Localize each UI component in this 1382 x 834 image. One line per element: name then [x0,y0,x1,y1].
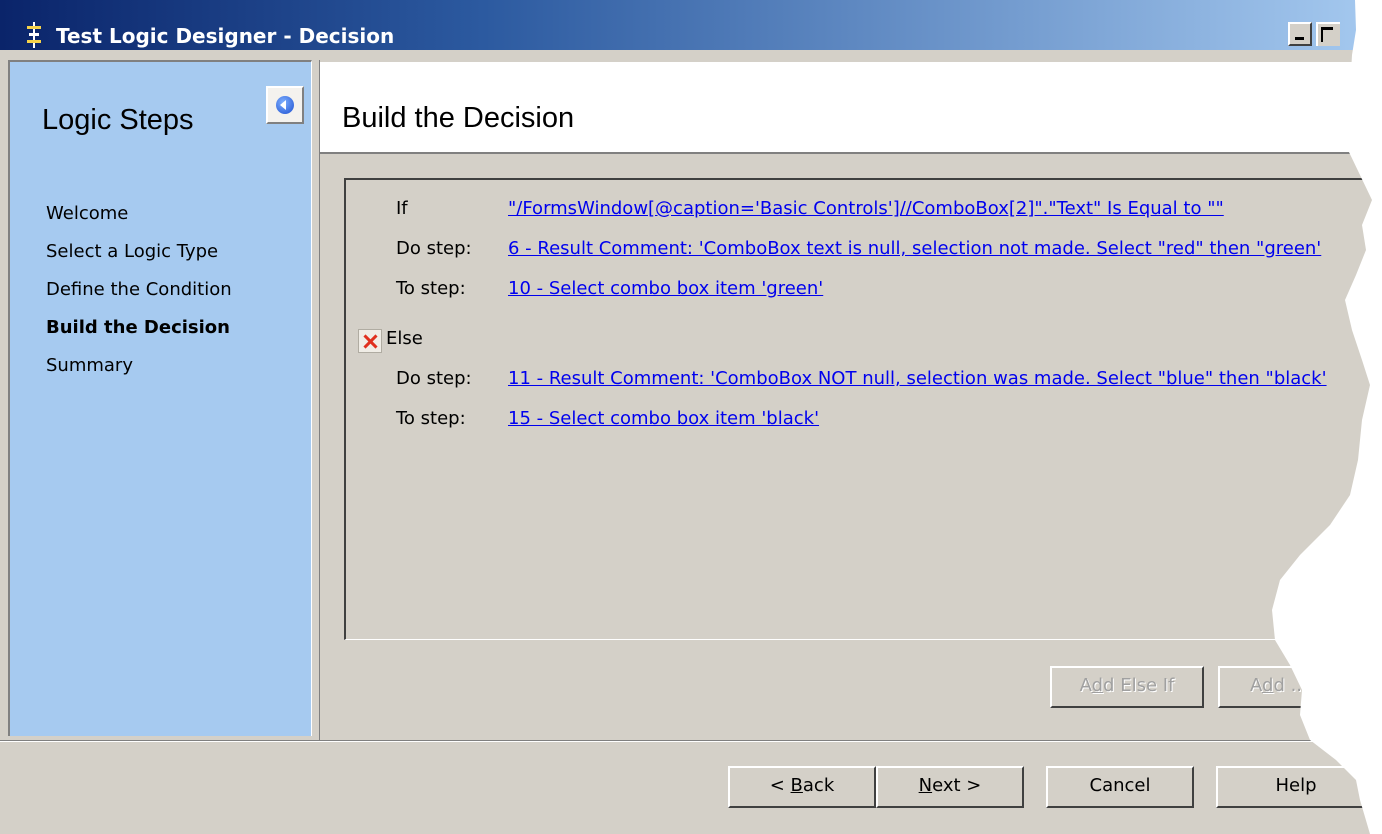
add-else-if-button[interactable]: Add Else If [1050,666,1204,708]
add-else-button[interactable]: Add ... [1218,666,1372,708]
add-else-pre: A [1250,675,1262,696]
do-step-label: Do step: [396,238,472,259]
step-build-decision: Build the Decision [46,317,230,338]
add-else-if-pre: A [1079,675,1092,696]
minimize-icon[interactable] [1288,22,1312,46]
if-label: If [396,198,408,219]
logic-steps-title: Logic Steps [42,104,194,136]
next-key: N [918,775,933,796]
if-condition-link[interactable]: "/FormsWindow[@caption='Basic Controls']… [508,198,1224,219]
step-summary: Summary [46,355,133,376]
step-define-condition: Define the Condition [46,279,232,300]
add-else-post: d ... [1273,675,1308,696]
else-to-step-link[interactable]: 15 - Select combo box item 'black' [508,408,819,429]
page-title: Build the Decision [342,102,575,134]
cancel-button[interactable]: Cancel [1046,766,1194,808]
page-header: Build the Decision [320,62,1382,154]
collapse-arrow-icon [276,96,294,114]
add-else-if-key: d [1091,675,1104,696]
back-pre: < [769,775,791,796]
else-to-step-label: To step: [396,408,466,429]
else-do-step-label: Do step: [396,368,472,389]
panel-splitter[interactable] [312,60,320,740]
back-post: ack [802,775,835,796]
back-button[interactable]: < Back [728,766,876,808]
step-welcome: Welcome [46,203,129,224]
add-else-key: d [1262,675,1274,696]
else-do-step-link[interactable]: 11 - Result Comment: 'ComboBox NOT null,… [508,368,1327,389]
else-label: Else [386,328,423,349]
next-button[interactable]: Next > [876,766,1024,808]
logic-steps-panel: Logic Steps Welcome Select a Logic Type … [8,60,312,736]
step-select-logic-type: Select a Logic Type [46,241,219,262]
do-step-link[interactable]: 6 - Result Comment: 'ComboBox text is nu… [508,238,1321,259]
app-icon [27,22,41,48]
help-button[interactable]: Help [1216,766,1376,808]
add-else-if-post: d Else If [1103,675,1175,696]
footer-separator [0,740,1382,742]
wizard-window: Test Logic Designer - Decision Logic Ste… [0,0,1382,834]
back-key: B [790,775,803,796]
steps-list: Welcome Select a Logic Type Define the C… [46,202,232,392]
decision-panel: If "/FormsWindow[@caption='Basic Control… [344,178,1382,640]
window-title: Test Logic Designer - Decision [56,24,395,48]
collapse-panel-button[interactable] [266,86,304,124]
to-step-link[interactable]: 10 - Select combo box item 'green' [508,278,823,299]
delete-x-icon[interactable] [358,329,382,353]
to-step-label: To step: [396,278,466,299]
title-bar: Test Logic Designer - Decision [0,0,1382,50]
next-post: ext > [932,775,982,796]
maximize-icon[interactable] [1316,22,1340,46]
